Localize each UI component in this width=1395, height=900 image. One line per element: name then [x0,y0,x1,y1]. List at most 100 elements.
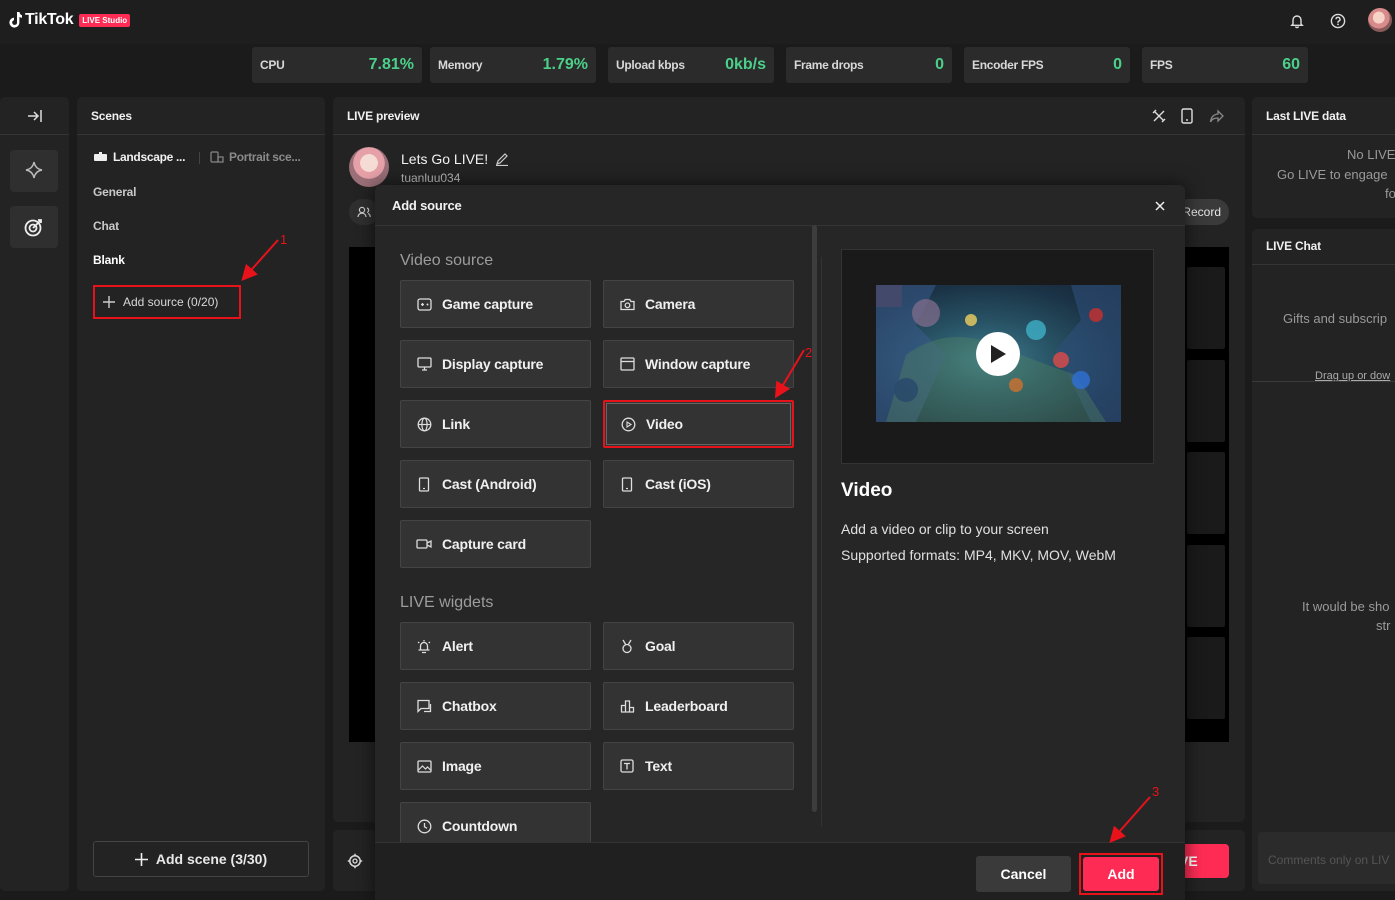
expand-sidebar-icon[interactable] [27,109,43,123]
user-avatar[interactable] [1368,8,1392,32]
source-cast-ios[interactable]: Cast (iOS) [603,460,794,508]
widget-label: Alert [442,638,473,654]
divider [199,152,200,164]
landscape-icon [93,152,108,162]
scene-item-blank[interactable]: Blank [93,253,125,267]
source-label: Cast (iOS) [645,476,711,492]
app-logo: TikTok LIVE Studio [8,11,131,29]
gifts-text: Gifts and subscrip [1283,311,1388,326]
share-icon[interactable] [1209,108,1225,124]
source-label: Display capture [442,356,544,372]
no-live-text: Go LIVE to engage [1277,167,1388,182]
bell-icon[interactable] [1286,10,1308,32]
divider [0,134,69,135]
stat-label: Encoder FPS [972,58,1044,72]
source-description-title: Video [841,480,893,501]
source-label: Cast (Android) [442,476,537,492]
tab-label: Landscape ... [113,150,186,164]
add-button[interactable]: Add [1083,857,1159,891]
widget-text[interactable]: Text [603,742,794,790]
source-game-capture[interactable]: Game capture [400,280,591,328]
add-source-label: Add source (0/20) [123,295,219,309]
source-description: Add a video or clip to your screen [841,521,1049,537]
source-label: Camera [645,296,696,312]
comments-input[interactable]: Comments only on LIV [1258,832,1395,884]
stat-cpu: CPU 7.81% [252,47,422,83]
tiktok-note-icon [8,12,22,28]
widget-label: Goal [645,638,676,654]
play-icon[interactable] [976,332,1020,376]
source-capture-card[interactable]: Capture card [400,520,591,568]
close-icon[interactable] [1152,198,1168,214]
gamepad-icon [416,296,432,312]
phone-icon [619,476,635,492]
stat-value: 0 [1113,56,1122,73]
video-source-heading: Video source [400,252,494,269]
tab-landscape[interactable]: Landscape ... [93,150,185,164]
source-camera[interactable]: Camera [603,280,794,328]
widget-alert[interactable]: Alert [400,622,591,670]
add-source-dialog: Add source Video source Game capture Cam… [375,185,1185,900]
camera-icon [619,296,635,312]
scene-item-chat[interactable]: Chat [93,219,119,233]
stat-label: CPU [260,58,285,72]
phone-preview-icon[interactable] [1180,108,1194,124]
cancel-button[interactable]: Cancel [976,856,1071,892]
monitor-icon [416,356,432,372]
sparkle-button[interactable] [10,150,58,192]
users-icon [357,206,371,218]
chatbox-icon [416,698,432,714]
source-link[interactable]: Link [400,400,591,448]
widget-chatbox[interactable]: Chatbox [400,682,591,730]
supported-formats: Supported formats: MP4, MKV, MOV, WebM [841,547,1116,563]
text-icon [619,758,635,774]
tools-icon[interactable] [1151,108,1167,124]
divider [821,257,822,827]
last-live-title: Last LIVE data [1266,109,1346,123]
source-video[interactable]: Video [603,400,794,448]
source-label: Game capture [442,296,533,312]
help-icon[interactable] [1327,10,1349,32]
stat-fps: FPS 60 [1142,47,1308,83]
add-button-highlight: Add [1079,853,1163,895]
add-scene-label: Add scene (3/30) [155,851,268,867]
tab-label: Portrait sce... [229,150,301,164]
stat-value: 60 [1282,56,1300,73]
widget-goal[interactable]: Goal [603,622,794,670]
window-icon [619,356,635,372]
left-rail [0,97,69,891]
stat-value: 0 [935,56,944,73]
edit-icon[interactable] [495,152,509,166]
portrait-icon [210,151,224,163]
stat-label: Frame drops [794,58,864,72]
source-label: Link [442,416,470,432]
source-display-capture[interactable]: Display capture [400,340,591,388]
scene-item-general[interactable]: General [93,185,136,199]
widget-label: Countdown [442,818,518,834]
stream-title-row[interactable]: Lets Go LIVE! [401,151,509,167]
scrollbar[interactable] [812,225,817,812]
source-cast-android[interactable]: Cast (Android) [400,460,591,508]
stat-memory: Memory 1.79% [430,47,596,83]
divider [1252,134,1395,135]
placeholder-block [1187,452,1225,534]
add-source-button[interactable]: Add source (0/20) [93,285,241,319]
image-icon [416,758,432,774]
settings-icon[interactable] [347,853,363,869]
scenes-panel: Scenes Landscape ... Portrait sce... Gen… [77,97,325,891]
record-label: Record [1182,205,1221,219]
tab-portrait[interactable]: Portrait sce... [210,150,301,164]
source-window-capture[interactable]: Window capture [603,340,794,388]
target-button[interactable] [10,206,58,248]
widget-leaderboard[interactable]: Leaderboard [603,682,794,730]
stat-encoder-fps: Encoder FPS 0 [964,47,1130,83]
divider [1252,381,1395,382]
top-bar: TikTok LIVE Studio [0,0,1395,44]
placeholder-block [1187,360,1225,442]
add-scene-button[interactable]: Add scene (3/30) [93,841,309,877]
stat-label: Upload kbps [616,58,685,72]
clock-icon [416,818,432,834]
widget-image[interactable]: Image [400,742,591,790]
alert-icon [416,638,432,654]
brand-name: TikTok [25,11,74,28]
